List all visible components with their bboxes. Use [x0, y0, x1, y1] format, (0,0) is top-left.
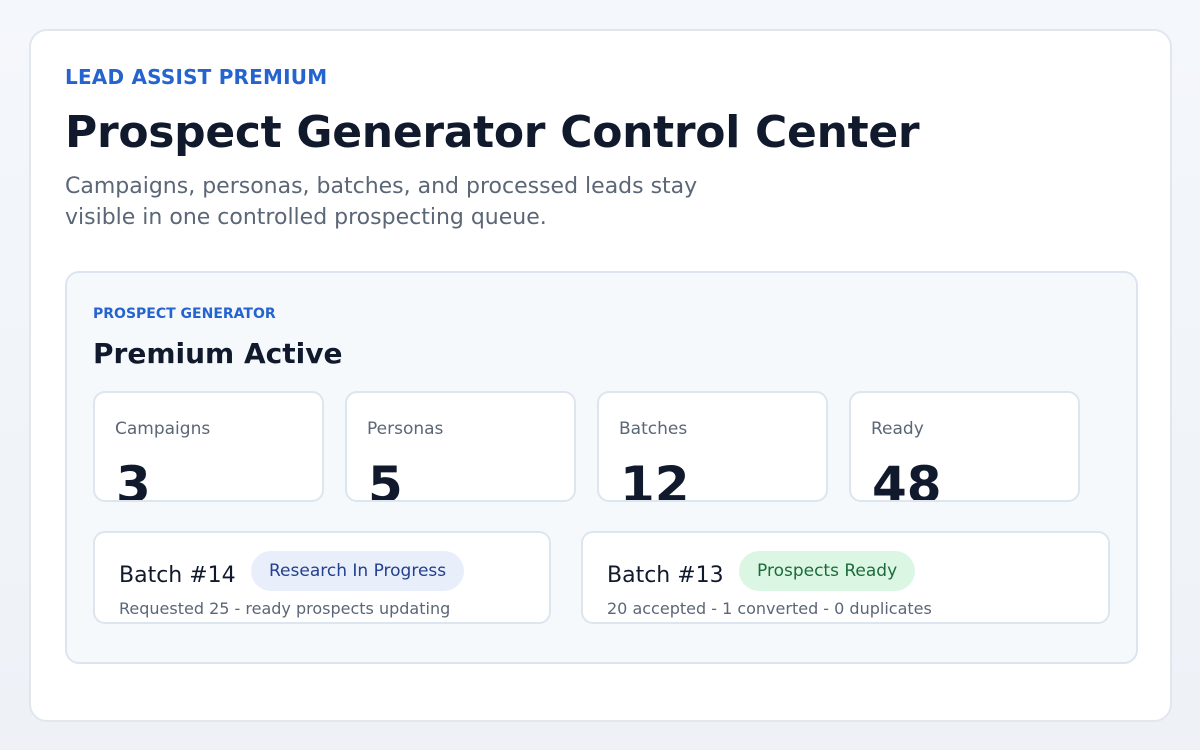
control-center-card: LEAD ASSIST PREMIUM Prospect Generator C… — [29, 29, 1172, 722]
stat-card-personas: Personas 5 — [345, 391, 576, 502]
batch-meta: 20 accepted - 1 converted - 0 duplicates — [607, 599, 932, 618]
stat-card-campaigns: Campaigns 3 — [93, 391, 324, 502]
batch-card-13[interactable]: Batch #13 Prospects Ready 20 accepted - … — [581, 531, 1110, 624]
status-badge: Prospects Ready — [739, 551, 916, 591]
stat-value: 48 — [872, 456, 942, 502]
batch-meta: Requested 25 - ready prospects updating — [119, 599, 451, 618]
stat-label: Personas — [367, 419, 444, 439]
stat-value: 3 — [116, 456, 151, 502]
stat-card-ready: Ready 48 — [849, 391, 1080, 502]
batch-card-14[interactable]: Batch #14 Research In Progress Requested… — [93, 531, 551, 624]
page: LEAD ASSIST PREMIUM Prospect Generator C… — [0, 0, 1200, 750]
product-eyebrow: LEAD ASSIST PREMIUM — [65, 65, 328, 89]
panel-title: Premium Active — [93, 337, 343, 370]
stat-value: 12 — [620, 456, 690, 502]
page-subtitle: Campaigns, personas, batches, and proces… — [65, 174, 698, 230]
stat-label: Batches — [619, 419, 688, 439]
batch-name: Batch #13 — [607, 563, 724, 588]
page-title: Prospect Generator Control Center — [65, 107, 920, 158]
stat-value: 5 — [368, 456, 403, 502]
stat-label: Campaigns — [115, 419, 211, 439]
stat-card-batches: Batches 12 — [597, 391, 828, 502]
status-badge: Research In Progress — [251, 551, 465, 591]
batch-name: Batch #14 — [119, 563, 236, 588]
panel-eyebrow: PROSPECT GENERATOR — [93, 306, 276, 322]
stat-label: Ready — [871, 419, 924, 439]
prospect-generator-panel: PROSPECT GENERATOR Premium Active Campai… — [65, 271, 1138, 664]
